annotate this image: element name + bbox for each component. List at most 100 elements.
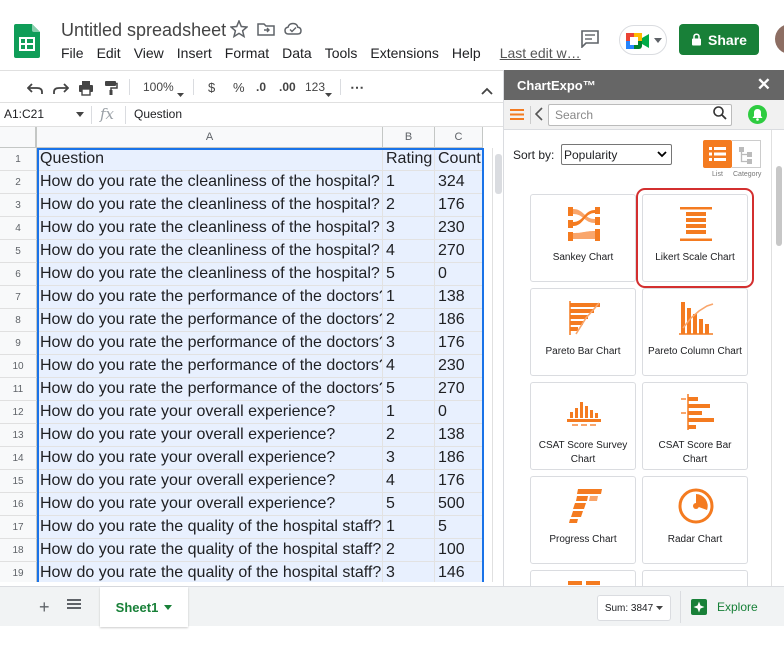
cell-b[interactable]: 1 bbox=[383, 286, 435, 309]
cell-a[interactable]: Question bbox=[37, 148, 383, 171]
cell-a[interactable]: How do you rate the cleanliness of the h… bbox=[37, 240, 383, 263]
avatar[interactable] bbox=[775, 24, 784, 54]
cell-c[interactable]: 146 bbox=[435, 562, 483, 582]
chevron-down-icon[interactable] bbox=[76, 112, 84, 117]
row-header[interactable]: 15 bbox=[0, 470, 37, 493]
cell-c[interactable]: 230 bbox=[435, 217, 483, 240]
cell-a[interactable]: How do you rate the cleanliness of the h… bbox=[37, 263, 383, 286]
grid-scrollbar[interactable] bbox=[492, 148, 503, 582]
cell-b[interactable]: 1 bbox=[383, 516, 435, 539]
row-header[interactable]: 9 bbox=[0, 332, 37, 355]
more-toolbar-button[interactable]: ⋯ bbox=[350, 77, 364, 97]
cell-b[interactable]: 1 bbox=[383, 401, 435, 424]
add-sheet-icon[interactable]: + bbox=[39, 597, 50, 618]
menu-tools[interactable]: Tools bbox=[325, 45, 358, 61]
explore-button[interactable]: Explore bbox=[680, 591, 780, 623]
cell-a[interactable]: How do you rate your overall experience? bbox=[37, 401, 383, 424]
more-formats-button[interactable]: 123 bbox=[305, 77, 325, 97]
cell-a[interactable]: How do you rate the performance of the d… bbox=[37, 332, 383, 355]
all-sheets-icon[interactable] bbox=[67, 598, 81, 610]
panel-scrollbar[interactable] bbox=[771, 130, 784, 586]
cell-a[interactable]: How do you rate the performance of the d… bbox=[37, 378, 383, 401]
cell-b[interactable]: 3 bbox=[383, 332, 435, 355]
chart-card-next[interactable] bbox=[642, 570, 748, 586]
cell-a[interactable]: How do you rate your overall experience? bbox=[37, 470, 383, 493]
cell-b[interactable]: 4 bbox=[383, 470, 435, 493]
cell-c[interactable]: 100 bbox=[435, 539, 483, 562]
cell-a[interactable]: How do you rate the quality of the hospi… bbox=[37, 539, 383, 562]
menu-insert[interactable]: Insert bbox=[177, 45, 212, 61]
column-header-a[interactable]: A bbox=[37, 127, 383, 148]
cell-a[interactable]: How do you rate your overall experience? bbox=[37, 424, 383, 447]
formula-input[interactable]: Question bbox=[134, 107, 182, 121]
sheets-logo-icon[interactable] bbox=[14, 24, 40, 58]
cell-a[interactable]: How do you rate the performance of the d… bbox=[37, 309, 383, 332]
menu-data[interactable]: Data bbox=[282, 45, 312, 61]
chart-card-csat-survey[interactable]: CSAT Score Survey Chart bbox=[530, 382, 636, 470]
cell-a[interactable]: How do you rate the quality of the hospi… bbox=[37, 516, 383, 539]
sort-select[interactable]: Popularity bbox=[561, 144, 672, 165]
cell-c[interactable]: 270 bbox=[435, 240, 483, 263]
search-icon[interactable] bbox=[713, 106, 727, 120]
cell-b[interactable]: 3 bbox=[383, 447, 435, 470]
cell-a[interactable]: How do you rate your overall experience? bbox=[37, 493, 383, 516]
cell-b[interactable]: 2 bbox=[383, 309, 435, 332]
cell-b[interactable]: 5 bbox=[383, 263, 435, 286]
cell-c[interactable]: 176 bbox=[435, 332, 483, 355]
cell-c[interactable]: 324 bbox=[435, 171, 483, 194]
increase-decimal-button[interactable]: .00 bbox=[279, 77, 296, 97]
undo-icon[interactable] bbox=[27, 79, 43, 99]
cell-c[interactable]: 176 bbox=[435, 194, 483, 217]
column-header-b[interactable]: B bbox=[383, 127, 435, 148]
row-header[interactable]: 2 bbox=[0, 171, 37, 194]
cell-a[interactable]: How do you rate the cleanliness of the h… bbox=[37, 194, 383, 217]
spreadsheet-grid[interactable]: A B C 1 Question Rating Count 2 How do you ra… bbox=[0, 127, 503, 582]
cell-a[interactable]: How do you rate the performance of the d… bbox=[37, 286, 383, 309]
menu-edit[interactable]: Edit bbox=[97, 45, 121, 61]
cell-c[interactable]: 176 bbox=[435, 470, 483, 493]
cell-c[interactable]: 186 bbox=[435, 309, 483, 332]
cell-b[interactable]: 4 bbox=[383, 355, 435, 378]
row-header[interactable]: 3 bbox=[0, 194, 37, 217]
select-all-corner[interactable] bbox=[0, 127, 37, 148]
zoom-select[interactable]: 100% bbox=[143, 77, 174, 97]
cell-c[interactable]: 0 bbox=[435, 263, 483, 286]
cell-b[interactable]: 3 bbox=[383, 562, 435, 582]
share-button[interactable]: Share bbox=[679, 24, 759, 55]
cell-c[interactable]: 0 bbox=[435, 401, 483, 424]
menu-view[interactable]: View bbox=[134, 45, 164, 61]
chart-card-pareto-column[interactable]: Pareto Column Chart bbox=[642, 288, 748, 376]
chart-card-progress[interactable]: Progress Chart bbox=[530, 476, 636, 564]
cell-b[interactable]: 5 bbox=[383, 378, 435, 401]
chart-card-radar[interactable]: Radar Chart bbox=[642, 476, 748, 564]
chart-card-pareto-bar[interactable]: Pareto Bar Chart bbox=[530, 288, 636, 376]
cell-b[interactable]: Rating bbox=[383, 148, 435, 171]
close-icon[interactable]: ✕ bbox=[757, 75, 771, 95]
row-header[interactable]: 6 bbox=[0, 263, 37, 286]
row-header[interactable]: 14 bbox=[0, 447, 37, 470]
row-header[interactable]: 7 bbox=[0, 286, 37, 309]
chart-card-next[interactable] bbox=[530, 570, 636, 586]
cell-c[interactable]: 138 bbox=[435, 286, 483, 309]
cell-b[interactable]: 2 bbox=[383, 194, 435, 217]
row-header[interactable]: 8 bbox=[0, 309, 37, 332]
cell-b[interactable]: 3 bbox=[383, 217, 435, 240]
cell-c[interactable]: 270 bbox=[435, 378, 483, 401]
cell-b[interactable]: 1 bbox=[383, 171, 435, 194]
cell-c[interactable]: Count bbox=[435, 148, 483, 171]
cell-c[interactable]: 500 bbox=[435, 493, 483, 516]
cell-a[interactable]: How do you rate your overall experience? bbox=[37, 447, 383, 470]
name-box[interactable]: A1:C21 bbox=[4, 107, 44, 121]
cell-a[interactable]: How do you rate the cleanliness of the h… bbox=[37, 217, 383, 240]
cell-b[interactable]: 4 bbox=[383, 240, 435, 263]
last-edit-link[interactable]: Last edit w… bbox=[500, 45, 581, 61]
cell-c[interactable]: 230 bbox=[435, 355, 483, 378]
cell-a[interactable]: How do you rate the cleanliness of the h… bbox=[37, 171, 383, 194]
cloud-status-icon[interactable] bbox=[284, 20, 302, 38]
panel-search-input[interactable]: Search bbox=[548, 104, 732, 126]
move-folder-icon[interactable] bbox=[257, 20, 275, 38]
decrease-decimal-button[interactable]: .0 bbox=[256, 77, 266, 97]
redo-icon[interactable] bbox=[53, 79, 69, 99]
chart-card-csat-bar[interactable]: CSAT Score Bar Chart bbox=[642, 382, 748, 470]
row-header[interactable]: 16 bbox=[0, 493, 37, 516]
